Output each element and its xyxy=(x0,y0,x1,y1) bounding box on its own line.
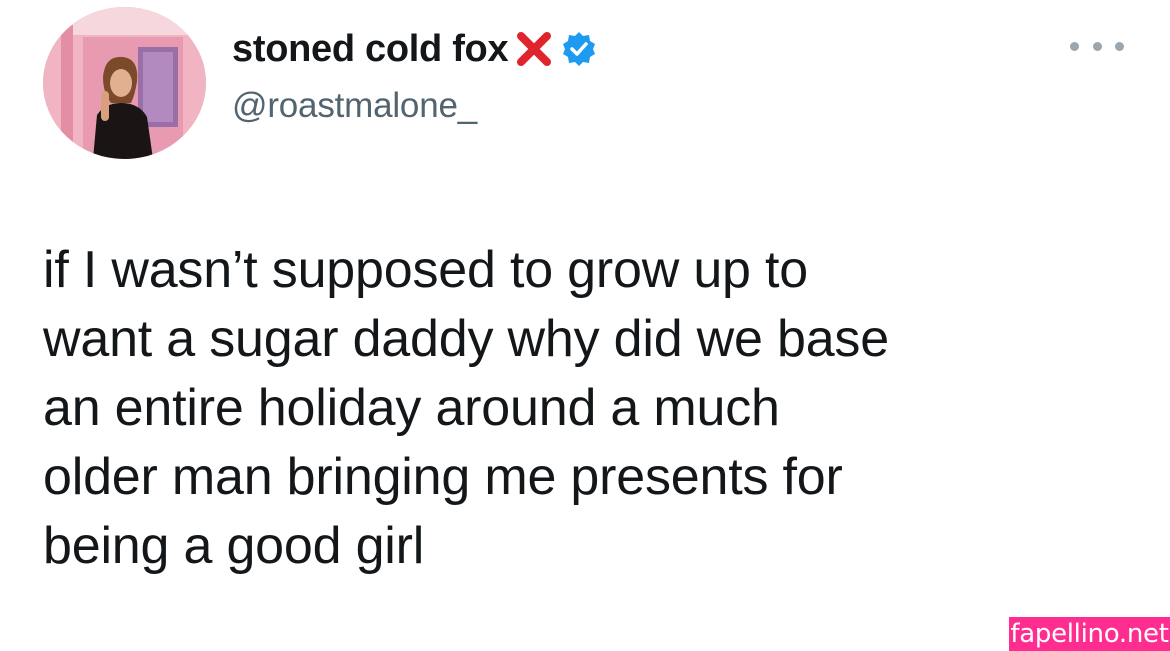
tweet-text-line: if I wasn’t supposed to grow up to xyxy=(43,241,808,299)
tweet-text-line: being a good girl xyxy=(43,517,425,575)
author-name-row: stoned cold fox xyxy=(232,24,598,74)
tweet-text-line: want a sugar daddy why did we base xyxy=(43,310,889,368)
watermark: fapellino.net xyxy=(1009,617,1170,651)
verified-badge-icon xyxy=(560,30,598,68)
tweet-card: stoned cold fox @roastmalone_ if I wasn’… xyxy=(0,0,1170,651)
dot xyxy=(1092,41,1102,51)
tweet-text-line: older man bringing me presents for xyxy=(43,448,843,506)
cross-mark-icon xyxy=(516,31,552,67)
author-display-name[interactable]: stoned cold fox xyxy=(232,28,509,71)
more-options-icon[interactable] xyxy=(1070,36,1124,56)
avatar[interactable] xyxy=(43,7,206,159)
dot xyxy=(1115,41,1124,51)
dot xyxy=(1070,41,1079,51)
author-handle[interactable]: @roastmalone_ xyxy=(232,86,477,126)
tweet-text-line: an entire holiday around a much xyxy=(43,379,780,437)
profile-photo xyxy=(43,7,206,159)
tweet-text: if I wasn’t supposed to grow up to want … xyxy=(43,236,1153,581)
